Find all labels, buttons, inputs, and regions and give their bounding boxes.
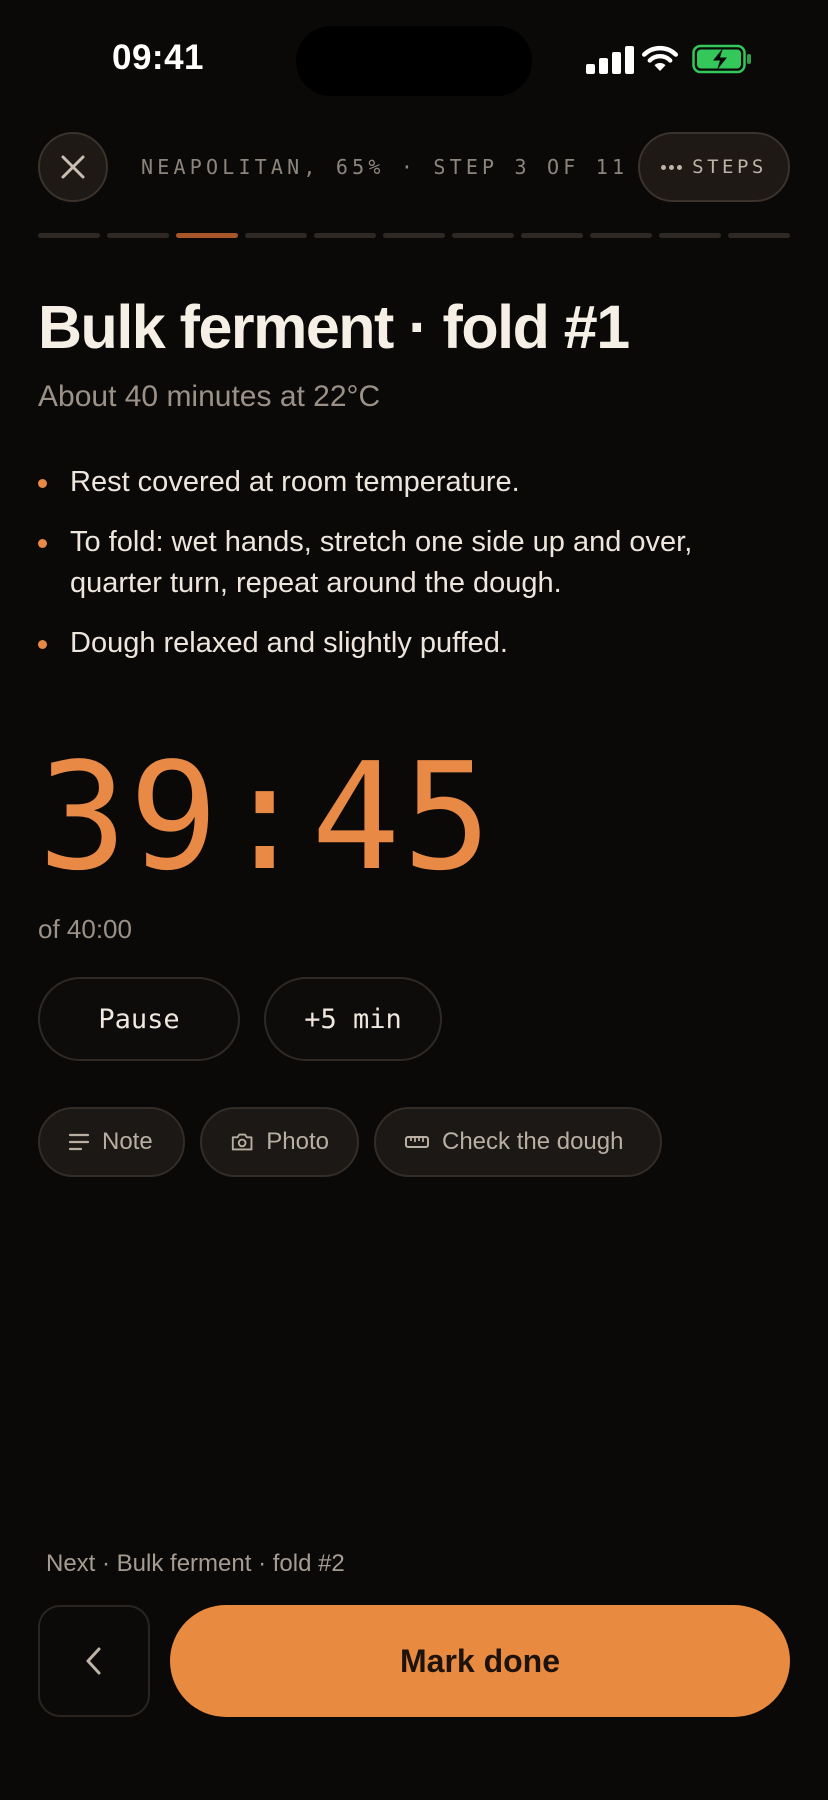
progress-segment	[383, 233, 445, 238]
close-button[interactable]	[38, 132, 108, 202]
progress-segment	[314, 233, 376, 238]
close-icon	[61, 155, 85, 179]
back-button[interactable]	[38, 1605, 150, 1717]
wifi-icon	[642, 46, 678, 71]
add-five-minutes-button[interactable]: +5 min	[264, 977, 442, 1061]
battery-charging-icon	[692, 44, 751, 74]
step-subtitle: About 40 minutes at 22°C	[38, 380, 381, 413]
progress-segment	[521, 233, 583, 238]
list-item: Rest covered at room temperature.	[38, 462, 778, 503]
check-dough-button-label: Check the dough	[442, 1128, 624, 1155]
check-dough-button[interactable]: Check the dough	[374, 1107, 662, 1177]
camera-icon	[231, 1133, 253, 1151]
progress-segment	[590, 233, 652, 238]
lines-icon	[68, 1133, 90, 1151]
next-step-label: Next · Bulk ferment · fold #2	[46, 1550, 345, 1577]
progress-segment	[176, 233, 238, 238]
list-item: Dough relaxed and slightly puffed.	[38, 623, 778, 664]
progress-segment	[38, 233, 100, 238]
dynamic-island	[296, 26, 532, 96]
bullet-dot	[38, 479, 47, 488]
countdown-timer: 39:45	[38, 731, 494, 903]
step-progress-bar	[38, 233, 790, 239]
list-item: To fold: wet hands, stretch one side up …	[38, 522, 778, 604]
more-dots-icon	[661, 164, 683, 170]
progress-segment	[245, 233, 307, 238]
bullet-dot	[38, 640, 47, 649]
instruction-text: To fold: wet hands, stretch one side up …	[70, 526, 693, 599]
chevron-left-icon	[86, 1647, 101, 1675]
step-title: Bulk ferment · fold #1	[38, 293, 630, 361]
pause-button[interactable]: Pause	[38, 977, 240, 1061]
status-time: 09:41	[112, 38, 205, 77]
recipe-step-breadcrumb: NEAPOLITAN, 65% · STEP 3 OF 11	[141, 155, 629, 179]
progress-segment	[452, 233, 514, 238]
timer-total: of 40:00	[38, 914, 132, 944]
note-button-label: Note	[102, 1128, 153, 1155]
progress-segment	[659, 233, 721, 238]
steps-button-label: STEPS	[692, 156, 767, 178]
instruction-list: Rest covered at room temperature. To fol…	[38, 462, 778, 683]
mark-done-button[interactable]: Mark done	[170, 1605, 790, 1717]
instruction-text: Dough relaxed and slightly puffed.	[70, 627, 508, 659]
note-button[interactable]: Note	[38, 1107, 185, 1177]
photo-button[interactable]: Photo	[200, 1107, 359, 1177]
ruler-icon	[405, 1136, 429, 1148]
progress-segment	[728, 233, 790, 238]
steps-button[interactable]: STEPS	[638, 132, 790, 202]
instruction-text: Rest covered at room temperature.	[70, 466, 520, 498]
cellular-signal-icon	[586, 44, 636, 74]
photo-button-label: Photo	[266, 1128, 329, 1155]
bullet-dot	[38, 539, 47, 548]
progress-segment	[107, 233, 169, 238]
